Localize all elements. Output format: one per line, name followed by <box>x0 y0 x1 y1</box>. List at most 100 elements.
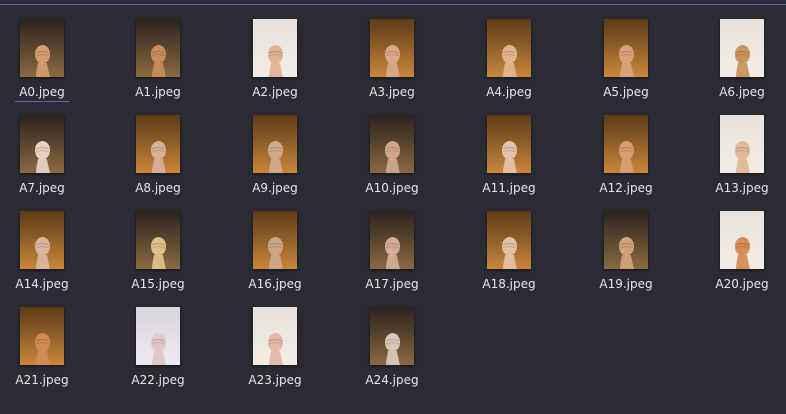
file-name-label: A4.jpeg <box>454 85 564 100</box>
file-name-label: A8.jpeg <box>103 181 213 196</box>
file-name-label: A21.jpeg <box>0 373 97 388</box>
file-item[interactable]: A23.jpeg <box>220 307 330 395</box>
file-name-label: A14.jpeg <box>0 277 97 292</box>
file-item[interactable]: A24.jpeg <box>337 307 447 395</box>
image-thumbnail <box>136 307 180 365</box>
file-item[interactable]: A21.jpeg <box>0 307 97 395</box>
file-item[interactable]: A8.jpeg <box>103 115 213 203</box>
file-item[interactable]: A13.jpeg <box>687 115 786 203</box>
file-name-label: A7.jpeg <box>0 181 97 196</box>
file-name-text: A0.jpeg <box>15 85 69 102</box>
image-thumbnail <box>720 115 764 173</box>
file-item[interactable]: A1.jpeg <box>103 19 213 107</box>
image-thumbnail <box>136 211 180 269</box>
image-thumbnail <box>253 115 297 173</box>
file-name-label: A16.jpeg <box>220 277 330 292</box>
file-item[interactable]: A11.jpeg <box>454 115 564 203</box>
file-item[interactable]: A3.jpeg <box>337 19 447 107</box>
file-item[interactable]: A5.jpeg <box>571 19 681 107</box>
file-item[interactable]: A17.jpeg <box>337 211 447 299</box>
file-item[interactable]: A7.jpeg <box>0 115 97 203</box>
image-thumbnail <box>604 19 648 77</box>
image-thumbnail <box>20 115 64 173</box>
file-item[interactable]: A14.jpeg <box>0 211 97 299</box>
image-thumbnail <box>720 19 764 77</box>
file-item[interactable]: A2.jpeg <box>220 19 330 107</box>
file-name-label: A10.jpeg <box>337 181 447 196</box>
file-item[interactable]: A12.jpeg <box>571 115 681 203</box>
image-thumbnail <box>20 211 64 269</box>
file-name-text: A5.jpeg <box>603 85 649 99</box>
file-name-text: A9.jpeg <box>252 181 298 195</box>
file-name-text: A14.jpeg <box>15 277 69 291</box>
file-name-label: A18.jpeg <box>454 277 564 292</box>
file-name-label: A23.jpeg <box>220 373 330 388</box>
file-name-text: A1.jpeg <box>135 85 181 99</box>
image-thumbnail <box>136 19 180 77</box>
image-thumbnail <box>370 115 414 173</box>
file-item[interactable]: A9.jpeg <box>220 115 330 203</box>
file-item[interactable]: A20.jpeg <box>687 211 786 299</box>
image-thumbnail <box>253 307 297 365</box>
file-name-label: A11.jpeg <box>454 181 564 196</box>
file-name-text: A10.jpeg <box>365 181 419 195</box>
file-name-text: A12.jpeg <box>599 181 653 195</box>
file-item[interactable]: A6.jpeg <box>687 19 786 107</box>
file-name-text: A4.jpeg <box>486 85 532 99</box>
file-name-label: A22.jpeg <box>103 373 213 388</box>
file-name-text: A18.jpeg <box>482 277 536 291</box>
image-thumbnail <box>20 307 64 365</box>
file-name-text: A15.jpeg <box>131 277 185 291</box>
file-name-text: A7.jpeg <box>19 181 65 195</box>
file-name-label: A2.jpeg <box>220 85 330 100</box>
image-thumbnail <box>253 211 297 269</box>
file-name-label: A19.jpeg <box>571 277 681 292</box>
file-name-label: A15.jpeg <box>103 277 213 292</box>
file-grid: A0.jpeg A1.jpeg A2.jpeg A3.jpeg A4.jpeg A5.jp… <box>0 0 786 414</box>
file-name-text: A19.jpeg <box>599 277 653 291</box>
file-item[interactable]: A15.jpeg <box>103 211 213 299</box>
image-thumbnail <box>136 115 180 173</box>
file-name-text: A13.jpeg <box>715 181 769 195</box>
file-name-text: A24.jpeg <box>365 373 419 387</box>
image-thumbnail <box>370 211 414 269</box>
file-item[interactable]: A19.jpeg <box>571 211 681 299</box>
image-thumbnail <box>487 19 531 77</box>
file-name-label: A0.jpeg <box>0 85 97 102</box>
image-thumbnail <box>253 19 297 77</box>
file-name-label: A6.jpeg <box>687 85 786 100</box>
file-name-text: A23.jpeg <box>248 373 302 387</box>
image-thumbnail <box>370 19 414 77</box>
file-name-text: A21.jpeg <box>15 373 69 387</box>
file-item[interactable]: A22.jpeg <box>103 307 213 395</box>
image-thumbnail <box>604 211 648 269</box>
file-item[interactable]: A4.jpeg <box>454 19 564 107</box>
image-thumbnail <box>487 211 531 269</box>
image-thumbnail <box>487 115 531 173</box>
image-thumbnail <box>370 307 414 365</box>
file-name-label: A3.jpeg <box>337 85 447 100</box>
file-name-label: A1.jpeg <box>103 85 213 100</box>
image-thumbnail <box>604 115 648 173</box>
file-name-text: A16.jpeg <box>248 277 302 291</box>
file-item[interactable]: A10.jpeg <box>337 115 447 203</box>
file-name-text: A17.jpeg <box>365 277 419 291</box>
file-item[interactable]: A16.jpeg <box>220 211 330 299</box>
file-item[interactable]: A0.jpeg <box>0 19 97 107</box>
file-name-text: A20.jpeg <box>715 277 769 291</box>
file-name-text: A8.jpeg <box>135 181 181 195</box>
file-name-label: A24.jpeg <box>337 373 447 388</box>
image-thumbnail <box>20 19 64 77</box>
file-name-label: A5.jpeg <box>571 85 681 100</box>
file-name-label: A17.jpeg <box>337 277 447 292</box>
file-name-label: A13.jpeg <box>687 181 786 196</box>
file-item[interactable]: A18.jpeg <box>454 211 564 299</box>
file-name-text: A3.jpeg <box>369 85 415 99</box>
image-thumbnail <box>720 211 764 269</box>
file-name-text: A11.jpeg <box>482 181 536 195</box>
file-name-text: A2.jpeg <box>252 85 298 99</box>
file-name-text: A22.jpeg <box>131 373 185 387</box>
file-name-label: A12.jpeg <box>571 181 681 196</box>
file-name-label: A20.jpeg <box>687 277 786 292</box>
file-name-label: A9.jpeg <box>220 181 330 196</box>
